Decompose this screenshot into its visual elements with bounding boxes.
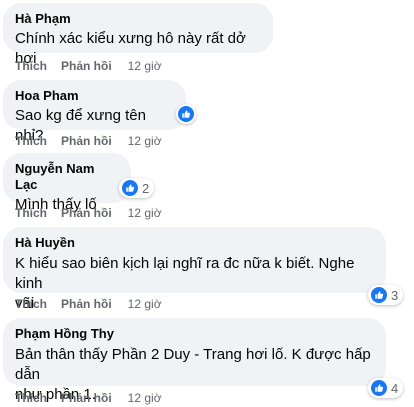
comment-time[interactable]: 12 giờ <box>128 206 162 220</box>
comment-actions: Thích Phản hồi 12 giờ <box>15 134 162 148</box>
comment-bubble: Hà Huyền K hiểu sao biên kịch lại nghĩ r… <box>3 227 386 312</box>
reaction-count: 3 <box>391 287 399 303</box>
comment-time[interactable]: 12 giờ <box>128 134 162 148</box>
reply-button[interactable]: Phản hồi <box>61 206 112 220</box>
reply-button[interactable]: Phản hồi <box>61 59 112 73</box>
reaction-badge[interactable]: 2 <box>119 178 155 198</box>
like-thumb-icon <box>371 380 387 396</box>
comment-bubble: Hoa Pham Sao kg để xưng tên nhỉ? <box>3 80 186 144</box>
reply-button[interactable]: Phản hồi <box>61 391 112 405</box>
like-button[interactable]: Thích <box>15 297 47 311</box>
like-thumb-icon <box>178 106 194 122</box>
reaction-count: 4 <box>391 380 399 396</box>
comment-author[interactable]: Nguyễn Nam Lạc <box>15 161 119 193</box>
comment-bubble: Hà Phạm Chính xác kiểu xưng hô này rất d… <box>3 3 273 67</box>
comment-actions: Thích Phản hồi 12 giờ <box>15 391 162 405</box>
comment-actions: Thích Phản hồi 12 giờ <box>15 206 162 220</box>
reaction-badge[interactable]: 4 <box>368 378 404 398</box>
like-button[interactable]: Thích <box>15 206 47 220</box>
reply-button[interactable]: Phản hồi <box>61 134 112 148</box>
comment-time[interactable]: 12 giờ <box>128 59 162 73</box>
comment-actions: Thích Phản hồi 12 giờ <box>15 297 162 311</box>
reaction-count: 2 <box>142 180 150 196</box>
comment-time[interactable]: 12 giờ <box>128 297 162 311</box>
reaction-badge[interactable] <box>176 104 196 124</box>
comment-author[interactable]: Hà Phạm <box>15 11 261 27</box>
comment-author[interactable]: Hoa Pham <box>15 88 174 104</box>
reaction-badge[interactable]: 3 <box>368 285 404 305</box>
comment-actions: Thích Phản hồi 12 giờ <box>15 59 162 73</box>
comment-text-line: Bản thân thấy Phần 2 Duy - Trang hơi lố.… <box>15 346 371 383</box>
comment-time[interactable]: 12 giờ <box>128 391 162 405</box>
comment-bubble: Nguyễn Nam Lạc Mình thấy lố <box>3 153 131 213</box>
like-thumb-icon <box>371 287 387 303</box>
like-button[interactable]: Thích <box>15 134 47 148</box>
comment-text-line: K hiểu sao biên kịch lại nghĩ ra đc nữa … <box>15 255 355 292</box>
like-button[interactable]: Thích <box>15 391 47 405</box>
reply-button[interactable]: Phản hồi <box>61 297 112 311</box>
like-thumb-icon <box>122 180 138 196</box>
comment-author[interactable]: Phạm Hồng Thy <box>15 326 374 342</box>
comment-author[interactable]: Hà Huyền <box>15 235 374 251</box>
comment-bubble: Phạm Hồng Thy Bản thân thấy Phần 2 Duy -… <box>3 318 386 403</box>
like-button[interactable]: Thích <box>15 59 47 73</box>
